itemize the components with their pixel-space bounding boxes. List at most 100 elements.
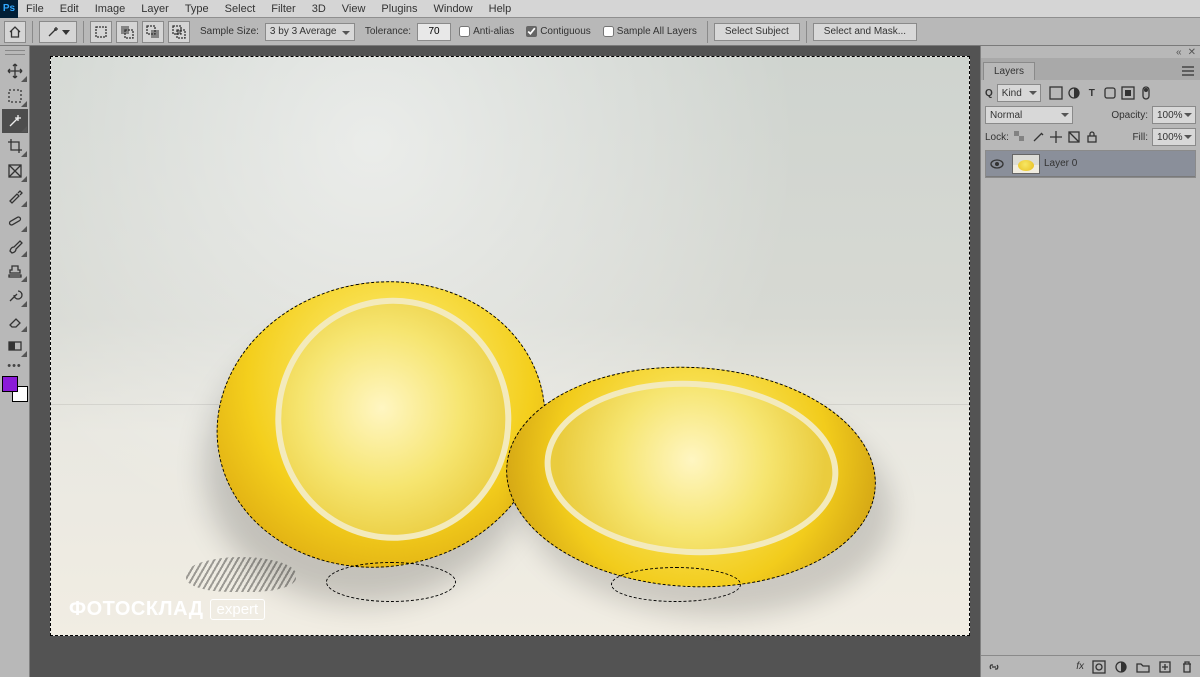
brush-tool[interactable] (2, 234, 28, 258)
type-filter-icon[interactable]: T (1085, 86, 1099, 100)
selection-add-icon (120, 25, 134, 39)
lock-transparency-icon[interactable] (1013, 130, 1027, 144)
watermark-tag: expert (210, 599, 266, 620)
menu-filter[interactable]: Filter (263, 0, 303, 18)
new-selection-button[interactable] (90, 21, 112, 43)
menu-help[interactable]: Help (481, 0, 520, 18)
menu-layer[interactable]: Layer (133, 0, 177, 18)
selection-subtract-icon (146, 25, 160, 39)
sample-size-select[interactable]: 3 by 3 Average (265, 23, 355, 41)
smart-filter-icon[interactable] (1121, 86, 1135, 100)
lock-pixels-icon[interactable] (1031, 130, 1045, 144)
frame-tool[interactable] (2, 159, 28, 183)
fill-label: Fill: (1132, 132, 1148, 143)
shape-filter-icon[interactable] (1103, 86, 1117, 100)
panel-grip[interactable] (0, 50, 29, 58)
adjustment-layer-icon[interactable] (1114, 660, 1128, 674)
sample-all-checkbox[interactable]: Sample All Layers (603, 26, 697, 37)
tab-layers[interactable]: Layers (983, 62, 1035, 80)
separator (32, 21, 33, 43)
canvas-area[interactable]: ФОТОСКЛАД expert (30, 46, 980, 677)
trash-icon[interactable] (1180, 660, 1194, 674)
subtract-selection-button[interactable] (142, 21, 164, 43)
blend-mode-value: Normal (990, 110, 1022, 121)
sample-size-value: 3 by 3 Average (270, 26, 337, 37)
gradient-tool[interactable] (2, 334, 28, 358)
intersect-selection-button[interactable] (168, 21, 190, 43)
filter-toggle-icon[interactable] (1139, 86, 1153, 100)
lock-artboard-icon[interactable] (1067, 130, 1081, 144)
magic-wand-tool[interactable] (2, 109, 28, 133)
menu-type[interactable]: Type (177, 0, 217, 18)
crop-tool[interactable] (2, 134, 28, 158)
menu-select[interactable]: Select (217, 0, 264, 18)
menu-image[interactable]: Image (87, 0, 134, 18)
panel-menu-icon[interactable] (1176, 62, 1200, 80)
fill-select[interactable]: 100% (1152, 128, 1196, 146)
new-layer-icon[interactable] (1158, 660, 1172, 674)
search-icon: Q (985, 88, 993, 99)
watermark: ФОТОСКЛАД expert (69, 598, 265, 621)
layer-row[interactable]: Layer 0 (986, 151, 1195, 177)
select-subject-button[interactable]: Select Subject (714, 23, 800, 41)
menu-edit[interactable]: Edit (52, 0, 87, 18)
filter-kind-select[interactable]: Kind (997, 84, 1041, 102)
watermark-brand: ФОТОСКЛАД (69, 598, 204, 621)
menu-window[interactable]: Window (426, 0, 481, 18)
document-canvas[interactable]: ФОТОСКЛАД expert (50, 56, 970, 636)
menu-view[interactable]: View (334, 0, 374, 18)
tools-panel: ••• (0, 46, 30, 677)
eraser-tool[interactable] (2, 309, 28, 333)
selection-new-icon (94, 25, 108, 39)
marquee-tool[interactable] (2, 84, 28, 108)
layer-filter-icons: T (1049, 86, 1153, 100)
add-selection-button[interactable] (116, 21, 138, 43)
contiguous-checkbox[interactable]: Contiguous (526, 26, 591, 37)
fx-icon[interactable]: fx (1076, 661, 1084, 672)
home-button[interactable] (4, 21, 26, 43)
close-icon[interactable]: ✕ (1188, 47, 1196, 58)
opacity-label: Opacity: (1111, 110, 1148, 121)
lock-icons (1013, 130, 1099, 144)
panel-controls: « ✕ (981, 46, 1200, 58)
eyedropper-tool[interactable] (2, 184, 28, 208)
history-brush-tool[interactable] (2, 284, 28, 308)
group-icon[interactable] (1136, 660, 1150, 674)
filter-kind-value: Kind (1002, 88, 1022, 99)
more-tools[interactable]: ••• (0, 360, 29, 372)
select-and-mask-button[interactable]: Select and Mask... (813, 23, 917, 41)
layer-thumbnail[interactable] (1012, 154, 1040, 174)
collapse-icon[interactable]: « (1176, 47, 1182, 58)
clone-stamp-tool[interactable] (2, 259, 28, 283)
anti-alias-checkbox[interactable]: Anti-alias (459, 26, 514, 37)
layers-panel: Q Kind T Normal Opacity: (981, 80, 1200, 655)
blend-mode-select[interactable]: Normal (985, 106, 1073, 124)
fill-value: 100% (1157, 132, 1183, 143)
visibility-toggle[interactable] (986, 157, 1008, 171)
link-layers-icon[interactable] (987, 660, 1001, 674)
move-tool[interactable] (2, 59, 28, 83)
layer-list: Layer 0 (985, 150, 1196, 178)
foreground-color[interactable] (2, 376, 18, 392)
selection-hatch (186, 557, 296, 592)
tolerance-input[interactable] (417, 23, 451, 41)
opacity-select[interactable]: 100% (1152, 106, 1196, 124)
eye-icon (990, 157, 1004, 171)
menu-file[interactable]: File (18, 0, 52, 18)
menu-bar: Ps File Edit Image Layer Type Select Fil… (0, 0, 1200, 18)
layer-name[interactable]: Layer 0 (1044, 158, 1077, 169)
home-icon (8, 25, 22, 39)
pixel-filter-icon[interactable] (1049, 86, 1063, 100)
lock-all-icon[interactable] (1085, 130, 1099, 144)
menu-plugins[interactable]: Plugins (373, 0, 425, 18)
tool-preset-picker[interactable] (39, 21, 77, 43)
lock-position-icon[interactable] (1049, 130, 1063, 144)
separator (83, 21, 84, 43)
mask-icon[interactable] (1092, 660, 1106, 674)
contiguous-label: Contiguous (540, 26, 591, 37)
opacity-value: 100% (1157, 110, 1183, 121)
color-swatches[interactable] (2, 376, 28, 402)
menu-3d[interactable]: 3D (304, 0, 334, 18)
healing-brush-tool[interactable] (2, 209, 28, 233)
adjustment-filter-icon[interactable] (1067, 86, 1081, 100)
